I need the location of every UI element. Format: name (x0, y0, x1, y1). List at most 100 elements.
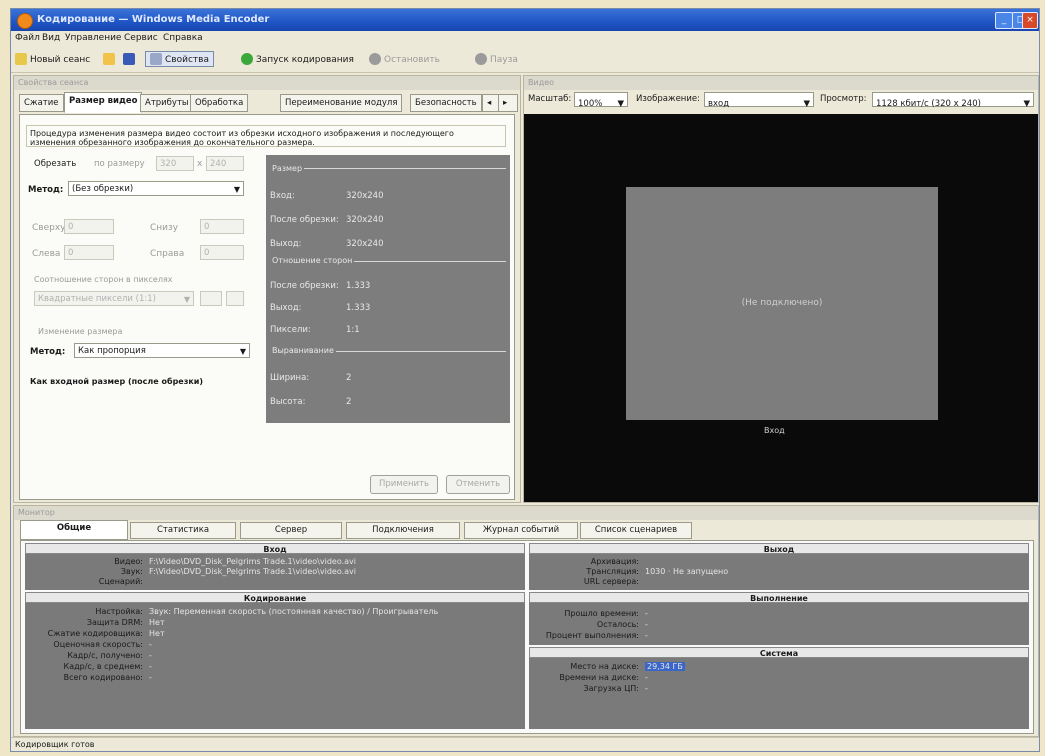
menu-file[interactable]: Файл (15, 33, 40, 43)
session-properties-panel: Свойства сеанса Сжатие Размер видео Атри… (13, 75, 521, 503)
tab-scroll-right[interactable]: ▸ (498, 94, 518, 112)
tab-processing[interactable]: Обработка (190, 94, 249, 112)
audio-value: F:\Video\DVD_Disk_Pelgrims Trade.1\video… (149, 567, 356, 576)
top-label: Сверху (32, 223, 66, 233)
video-preview-panel: Видео Масштаб: 100% ▼ Изображение: вход ▼ … (523, 75, 1039, 503)
total-encoded-value: - (149, 673, 152, 682)
tab-video-size[interactable]: Размер видео (64, 92, 143, 113)
top-field[interactable]: 0 (64, 219, 114, 234)
save-button[interactable] (123, 53, 138, 65)
tab-general[interactable]: Общие (20, 520, 128, 540)
compression-value: Нет (149, 629, 165, 638)
cancel-button[interactable]: Отменить (446, 475, 510, 494)
view-select[interactable]: 1128 кбит/с (320 x 240) ▼ (872, 92, 1034, 109)
preview-toolbar: Масштаб: 100% ▼ Изображение: вход ▼ Просмо… (524, 90, 1038, 112)
pause-button[interactable]: Пауза (475, 53, 518, 65)
align-section-label: Выравнивание (270, 346, 336, 355)
new-session-button[interactable]: Новый сеанс (15, 53, 90, 65)
stop-button[interactable]: Остановить (369, 53, 440, 65)
chevron-down-icon: ▼ (617, 99, 624, 109)
crop-by-label: по размеру (94, 159, 145, 169)
input-size-label: Вход: (270, 191, 295, 201)
panel-title: Свойства сеанса (14, 76, 520, 90)
crop-width-field[interactable]: 320 (156, 156, 194, 171)
aspect-output-label: Выход: (270, 303, 302, 313)
fps-average-value: - (149, 662, 152, 671)
aspect-x-field[interactable] (200, 291, 222, 306)
tab-server[interactable]: Сервер (240, 522, 342, 539)
menu-bar: Файл Вид Управление Сервис Справка (11, 31, 1039, 47)
drm-value: Нет (149, 618, 165, 627)
resize-method-label: Метод: (30, 347, 66, 357)
chevron-down-icon: ▼ (233, 185, 240, 194)
video-frame-placeholder: (Не подключено) (626, 187, 938, 420)
open-folder-icon (103, 53, 115, 65)
monitor-title: Монитор (14, 506, 1038, 520)
menu-control[interactable]: Управление (65, 33, 121, 43)
toolbar: Новый сеанс Свойства Запуск кодирования … (11, 48, 1039, 73)
open-button[interactable] (103, 53, 118, 65)
tab-event-log[interactable]: Журнал событий (464, 522, 578, 539)
properties-icon (150, 53, 162, 65)
size-info-box: Размер Вход: 320x240 После обрезки: 320x… (266, 155, 510, 423)
save-icon (123, 53, 135, 65)
pause-icon (475, 53, 487, 65)
elapsed-value: - (645, 609, 648, 618)
disk-space-label: Место на диске: (570, 662, 639, 671)
zoom-label: Масштаб: (528, 94, 572, 104)
tab-plugins[interactable]: Переименование модуля (280, 94, 403, 112)
properties-tabs: Сжатие Размер видео Атрибуты Обработка П… (14, 90, 520, 114)
close-button[interactable]: × (1022, 12, 1038, 29)
menu-help[interactable]: Справка (163, 33, 203, 43)
drm-label: Защита DRM: (86, 618, 143, 627)
tab-attributes[interactable]: Атрибуты (140, 94, 194, 112)
fps-received-label: Кадр/с, получено: (67, 651, 143, 660)
new-session-icon (15, 53, 27, 65)
aspect-y-field[interactable] (226, 291, 244, 306)
minimize-button[interactable]: _ (995, 12, 1013, 29)
pixels-value: 1:1 (346, 325, 360, 335)
apply-button[interactable]: Применить (370, 475, 438, 494)
remaining-value: - (645, 620, 648, 629)
status-text: Кодировщик готов (15, 740, 95, 749)
left-field[interactable]: 0 (64, 245, 114, 260)
result-size-text: Как входной размер (после обрезки) (30, 377, 204, 386)
output-block: Архивация: Трансляция: 1030 · Не запущен… (529, 554, 1029, 590)
stop-icon (369, 53, 381, 65)
audio-label: Звук: (120, 567, 143, 576)
monitor-tabs: Общие Статистика Сервер Подключения Журн… (14, 520, 1038, 540)
tab-statistics[interactable]: Статистика (130, 522, 236, 539)
progress-block: Прошло времени: - Осталось: - Процент вы… (529, 603, 1029, 645)
archive-label: Архивация: (590, 557, 639, 566)
aspect-select[interactable]: Квадратные пиксели (1:1) ▼ (34, 291, 194, 306)
crop-method-select[interactable]: (Без обрезки) ▼ (68, 181, 244, 196)
image-select[interactable]: вход ▼ (704, 92, 814, 109)
resize-method-select[interactable]: Как пропорция ▼ (74, 343, 250, 358)
output-size-label: Выход: (270, 239, 302, 249)
aspect-section-label: Отношение сторон (270, 256, 355, 265)
menu-tools[interactable]: Сервис (124, 33, 158, 43)
tab-connections[interactable]: Подключения (346, 522, 460, 539)
tab-compression[interactable]: Сжатие (19, 94, 64, 112)
pixels-label: Пиксели: (270, 325, 311, 335)
tab-script-list[interactable]: Список сценариев (580, 522, 692, 539)
zoom-select[interactable]: 100% ▼ (574, 92, 628, 109)
properties-button[interactable]: Свойства (145, 51, 214, 67)
script-label: Сценарий: (98, 577, 143, 586)
cpu-load-label: Загрузка ЦП: (583, 684, 640, 693)
title-bar: Кодирование — Windows Media Encoder _ □ … (11, 9, 1039, 31)
aspect-output-value: 1.333 (346, 303, 371, 313)
encoding-header: Кодирование (25, 592, 525, 603)
input-block: Видео: F:\Video\DVD_Disk_Pelgrims Trade.… (25, 554, 525, 590)
crop-height-field[interactable]: 240 (206, 156, 244, 171)
general-tab-content: Вход Видео: F:\Video\DVD_Disk_Pelgrims T… (20, 540, 1034, 734)
start-encoding-button[interactable]: Запуск кодирования (241, 53, 354, 65)
tab-security[interactable]: Безопасность (410, 94, 482, 112)
video-canvas: (Не подключено) Вход (524, 114, 1038, 502)
bottom-field[interactable]: 0 (200, 219, 244, 234)
menu-view[interactable]: Вид (42, 33, 60, 43)
description-text: Процедура изменения размера видео состои… (26, 125, 506, 147)
video-label: Видео: (114, 557, 143, 566)
right-field[interactable]: 0 (200, 245, 244, 260)
crop-label: Обрезать (34, 159, 77, 169)
